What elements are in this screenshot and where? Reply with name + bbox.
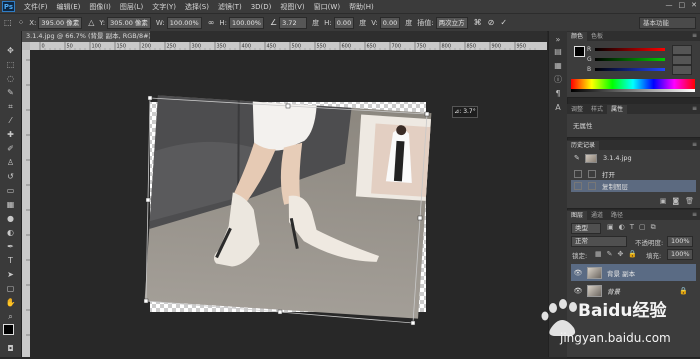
handle-middle-right[interactable] [417,215,423,221]
type-filter-icon[interactable]: T [630,223,634,232]
filter-icons: ▣ ◐ T ▢ ⧉ [607,223,656,232]
document-icon [588,182,596,190]
r-value-field[interactable] [672,45,692,55]
b-value-field[interactable] [672,65,692,75]
collapse-icon[interactable]: » [553,35,563,45]
lock-label: 锁定: [572,252,588,260]
handle-top-middle[interactable] [285,103,291,109]
rotated-photo-layer[interactable] [144,95,432,319]
history-item-open[interactable]: 打开 [571,168,696,180]
fill-label: 填充: [646,252,662,260]
handle-top-right[interactable] [424,111,430,117]
snapshot-label: 3.1.4.jpg [603,154,632,162]
info-panel-icon[interactable]: ⓘ [553,75,563,85]
rotation-tooltip: ⊿: 3.7° [452,106,478,118]
tab-styles[interactable]: 样式 [587,105,607,114]
document-icon [588,170,596,178]
panel-menu-icon[interactable]: ≡ [692,105,697,112]
brush-source-icon[interactable]: ✎ [574,154,582,162]
panel-menu-icon[interactable]: ≡ [692,211,697,218]
handle-middle-left[interactable] [145,197,151,203]
blend-mode-select[interactable]: 正常 [571,236,627,247]
properties-panel-icon[interactable]: ▦ [553,61,563,71]
foreground-color-chip[interactable] [574,46,585,57]
lock-transparency-icon[interactable]: ▦ [595,250,602,258]
history-panel: 历史记录 ≡ ✎ 3.1.4.jpg 打开 复制图层 ▣ ◙ 🗑 [567,140,700,209]
color-panel: 颜色 色板 ≡ R G B [567,31,700,98]
visibility-eye-icon[interactable]: 👁 [573,269,583,277]
g-value-field[interactable] [672,55,692,65]
watermark-url: jingyan.baidu.com [560,331,671,345]
grayscale-ramp[interactable] [571,89,695,92]
window-controls: — □ ✕ [666,1,698,9]
lock-all-icon[interactable]: 🔒 [628,250,637,258]
opacity-field[interactable]: 100% [667,236,693,247]
panel-menu-icon[interactable]: ≡ [692,141,697,148]
adjustment-filter-icon[interactable]: ◐ [619,223,625,232]
paragraph-panel-icon[interactable]: ¶ [553,89,563,99]
tab-paths[interactable]: 路径 [607,211,627,220]
panel-menu-icon[interactable]: ≡ [692,32,697,39]
layer-row-background-copy[interactable]: 👁 背景 副本 [571,264,696,281]
close-button[interactable]: ✕ [691,1,697,9]
new-document-from-state-icon[interactable]: ▣ [660,197,667,205]
history-state-checkbox[interactable] [574,182,582,190]
tab-history[interactable]: 历史记录 [567,141,600,150]
tab-properties[interactable]: 属性 [607,105,628,114]
workspace-select[interactable]: 基本功能 [639,17,696,29]
handle-bottom-middle[interactable] [277,309,283,315]
camera-icon[interactable]: ◙ [672,197,679,205]
snapshot-thumbnail [585,153,597,163]
history-state-checkbox[interactable] [574,170,582,178]
trash-icon[interactable]: 🗑 [685,197,694,205]
tab-channels[interactable]: 通道 [587,211,607,220]
tab-color[interactable]: 颜色 [567,32,588,41]
lock-position-icon[interactable]: ✥ [618,250,624,258]
opacity-label: 不透明度: [635,239,664,247]
document-canvas[interactable] [0,0,547,357]
layer-thumbnail [587,266,602,279]
layer-name[interactable]: 背景 副本 [607,268,635,278]
handle-bottom-left[interactable] [143,298,149,304]
tab-swatches[interactable]: 色板 [587,32,607,41]
lock-pixels-icon[interactable]: ✎ [607,250,613,258]
color-spectrum[interactable] [571,79,695,89]
handle-bottom-right[interactable] [410,320,416,326]
history-item-duplicate-layer[interactable]: 复制图层 [571,180,696,192]
watermark-brand: Baidu经验 [578,301,667,321]
layer-filter-select[interactable]: 类型 [571,223,601,234]
minimize-button[interactable]: — [666,1,673,9]
properties-panel: 调整 样式 属性 ≡ 无属性 [567,104,700,138]
tab-adjustments[interactable]: 调整 [567,105,587,114]
history-snapshot[interactable]: ✎ 3.1.4.jpg [571,152,696,164]
fill-field[interactable]: 100% [667,249,693,260]
history-panel-icon[interactable]: ▤ [553,47,563,57]
handle-top-left[interactable] [147,95,153,101]
character-panel-icon[interactable]: A [553,103,563,113]
pixel-filter-icon[interactable]: ▣ [607,223,614,232]
shape-filter-icon[interactable]: ▢ [639,223,646,232]
history-footer: ▣ ◙ 🗑 [660,197,694,205]
tab-layers[interactable]: 图层 [567,211,588,220]
lock-icons: ▦ ✎ ✥ 🔒 [595,250,637,258]
smart-filter-icon[interactable]: ⧉ [651,223,656,232]
maximize-button[interactable]: □ [679,1,686,9]
no-properties-text: 无属性 [573,122,593,130]
